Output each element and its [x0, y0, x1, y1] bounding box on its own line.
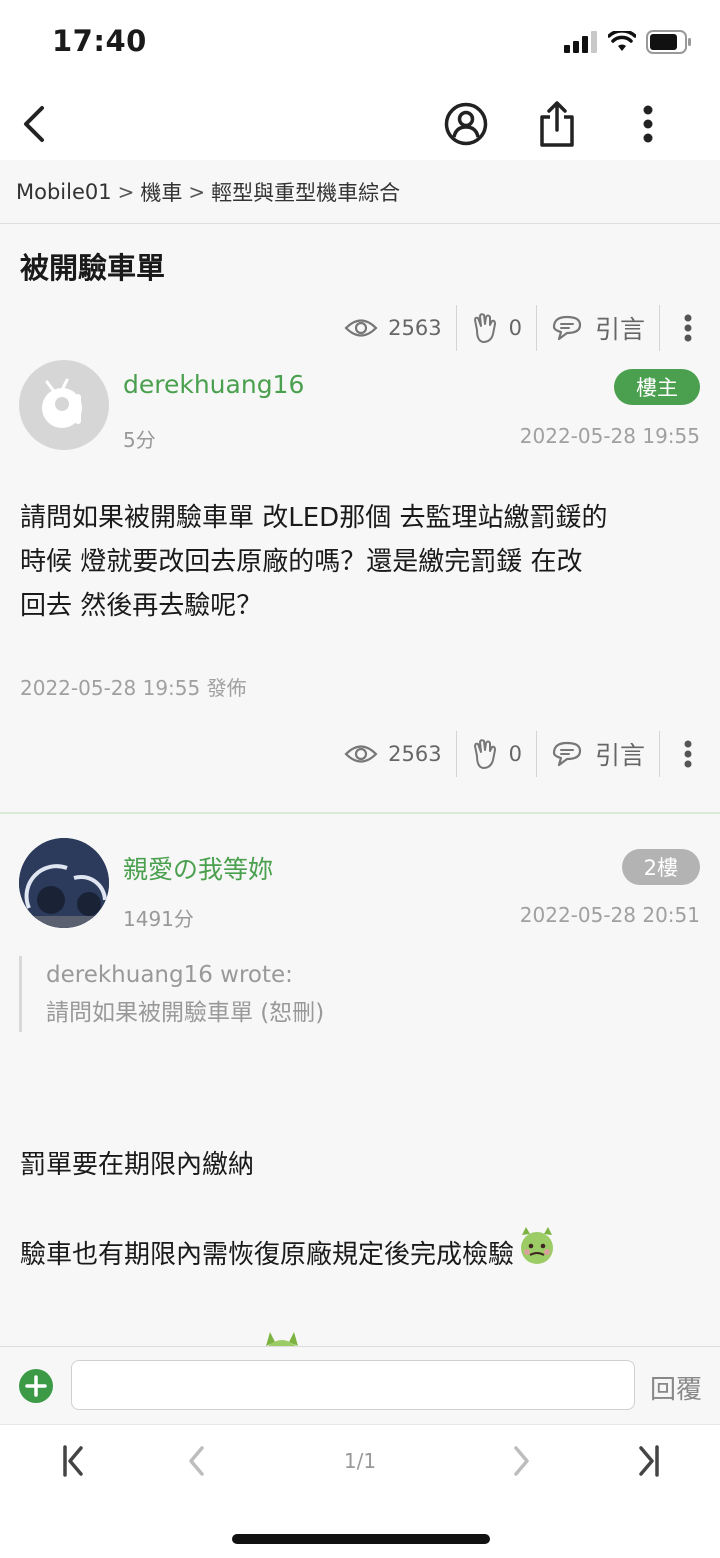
first-page-icon [63, 1445, 83, 1477]
battery-icon [646, 30, 691, 54]
gauge-photo-avatar [19, 838, 109, 928]
devil-emoji-icon [521, 1226, 554, 1264]
post-timestamp: 2022-05-28 19:55 [519, 424, 700, 448]
breadcrumb-separator: > [188, 179, 206, 204]
reply-body-text: 罰單要在期限內繳納 [20, 1150, 255, 1180]
quote-text: 請問如果被開驗車單 (恕刪) [46, 1000, 325, 1026]
owner-badge: 樓主 [614, 369, 700, 405]
section-divider [0, 812, 720, 814]
prev-page-button[interactable] [168, 1441, 224, 1481]
post-body-line: 請問如果被開驗車單 改LED那個 去監理站繳罰鍰的 [20, 503, 608, 533]
floor-badge: 2樓 [621, 849, 700, 885]
post-author-name[interactable]: derekhuang16 [123, 370, 304, 399]
share-button[interactable] [529, 96, 585, 152]
post-stats-row-bottom: 2563 0 引言 [330, 730, 720, 778]
back-icon [24, 106, 44, 142]
quote-author: derekhuang16 wrote: [46, 962, 293, 988]
eye-icon [344, 319, 378, 337]
post-body: 請問如果被開驗車單 改LED那個 去監理站繳罰鍰的 時候 燈就要改回去原廠的嗎？… [20, 496, 700, 628]
page-title: 被開驗車單 [20, 251, 166, 285]
default-avatar-icon [42, 378, 82, 428]
more-menu-button[interactable] [620, 96, 676, 152]
eye-icon [344, 745, 378, 763]
view-count-value: 2563 [388, 742, 442, 766]
quoted-post: derekhuang16 wrote: 請問如果被開驗車單 (恕刪) [19, 956, 679, 1032]
plus-icon [25, 1375, 47, 1397]
reply-body-line: 驗車也有期限內需恢復原廠規定後完成檢驗 [20, 1226, 558, 1271]
status-icons [564, 30, 692, 54]
add-attachment-button[interactable] [19, 1369, 53, 1403]
reply-body-text: 驗車也有期限內需恢復原廠規定後完成檢驗 [20, 1240, 515, 1270]
quote-button[interactable]: 引言 [537, 730, 659, 778]
avatar[interactable] [19, 360, 109, 450]
back-button[interactable] [6, 96, 62, 152]
reply-submit-button[interactable]: 回覆 [650, 1369, 702, 1406]
reply-input[interactable] [71, 1360, 635, 1410]
share-icon [540, 101, 574, 147]
like-count-value: 0 [508, 742, 522, 766]
status-time: 17:40 [52, 24, 147, 58]
prev-page-icon [189, 1446, 204, 1476]
breadcrumb-separator: > [117, 179, 135, 204]
breadcrumb: Mobile01 > 機車 > 輕型與重型機車綜合 [0, 160, 720, 224]
quote-button[interactable]: 引言 [537, 304, 659, 352]
devil-emoji-icon [266, 1332, 298, 1346]
more-icon [684, 314, 692, 342]
clap-icon [473, 313, 496, 343]
first-page-button[interactable] [46, 1441, 102, 1481]
next-page-button[interactable] [494, 1441, 550, 1481]
account-button[interactable] [438, 96, 494, 152]
top-nav-bar [0, 84, 720, 160]
quote-label: 引言 [594, 315, 645, 344]
post-author-points: 5分 [123, 428, 156, 452]
home-indicator [232, 1534, 490, 1544]
signal-icon [564, 31, 597, 53]
reply-author-points: 1491分 [123, 907, 194, 931]
clap-icon [473, 739, 496, 769]
post-more-button[interactable] [660, 730, 720, 778]
page-indicator: 1/1 [343, 1449, 377, 1473]
last-page-icon [639, 1445, 659, 1477]
post-more-button[interactable] [660, 304, 720, 352]
quote-label: 引言 [594, 741, 645, 770]
quote-bubble-icon [552, 315, 582, 341]
last-page-button[interactable] [620, 1441, 676, 1481]
post-body-line: 回去 然後再去驗呢？ [20, 591, 263, 621]
like-button[interactable]: 0 [457, 304, 536, 352]
avatar[interactable] [19, 838, 109, 928]
like-count-value: 0 [508, 316, 522, 340]
account-icon [444, 102, 488, 146]
breadcrumb-item-category[interactable]: 機車 [140, 177, 182, 207]
breadcrumb-item-forum[interactable]: 輕型與重型機車綜合 [211, 177, 400, 207]
view-count: 2563 [330, 730, 455, 778]
wifi-icon [608, 31, 636, 51]
breadcrumb-item-site[interactable]: Mobile01 [16, 180, 112, 204]
reply-timestamp: 2022-05-28 20:51 [519, 903, 700, 927]
post-stats-row-top: 2563 0 引言 [330, 304, 720, 352]
published-timestamp: 2022-05-28 19:55 發佈 [20, 676, 247, 700]
like-button[interactable]: 0 [457, 730, 536, 778]
status-bar: 17:40 [0, 0, 720, 84]
more-icon [684, 740, 692, 768]
post-body-line: 時候 燈就要改回去原廠的嗎？還是繳完罰鍰 在改 [20, 547, 583, 577]
reply-author-name[interactable]: 親愛の我等妳 [123, 850, 273, 886]
more-icon [643, 105, 653, 143]
reply-body-line: 罰單要在期限內繳納 [20, 1144, 254, 1181]
next-page-icon [514, 1446, 529, 1476]
view-count-value: 2563 [388, 316, 442, 340]
view-count: 2563 [330, 304, 455, 352]
reply-bar: 回覆 [0, 1346, 720, 1424]
quote-bubble-icon [552, 741, 582, 767]
